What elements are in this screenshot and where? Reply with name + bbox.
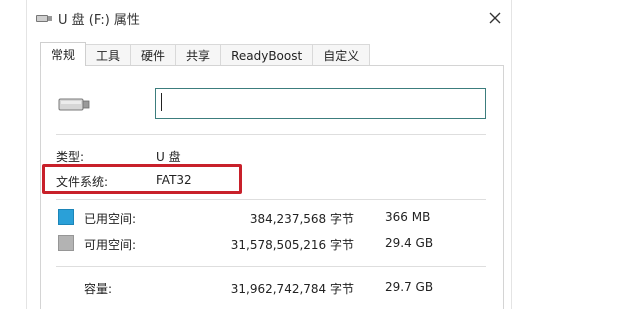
drive-name-input[interactable]	[155, 88, 486, 119]
tab-sharing[interactable]: 共享	[175, 44, 222, 66]
free-space-swatch	[58, 235, 74, 251]
separator-top	[56, 134, 486, 135]
tab-customize[interactable]: 自定义	[312, 44, 371, 66]
separator-middle	[56, 199, 486, 200]
capacity-label: 容量:	[84, 282, 113, 296]
used-space-swatch	[58, 209, 74, 225]
free-space-bytes: 31,578,505,216 字节	[230, 238, 354, 252]
filesystem-highlight-box	[42, 164, 242, 194]
usb-drive-large-icon	[58, 98, 90, 111]
close-icon	[489, 12, 501, 24]
window-title: U 盘 (F:) 属性	[58, 12, 140, 28]
free-space-label: 可用空间:	[84, 238, 137, 252]
tab-general[interactable]: 常规	[40, 42, 87, 66]
separator-bottom	[56, 266, 486, 267]
used-space-label: 已用空间:	[84, 212, 137, 226]
type-label: 类型:	[56, 150, 85, 164]
used-space-bytes: 384,237,568 字节	[249, 212, 354, 226]
tab-hardware[interactable]: 硬件	[130, 44, 177, 66]
free-space-size: 29.4 GB	[385, 236, 434, 250]
type-value: U 盘	[156, 150, 181, 164]
capacity-size: 29.7 GB	[385, 280, 434, 294]
used-space-size: 366 MB	[385, 210, 431, 224]
title-bar: U 盘 (F:) 属性	[36, 7, 140, 29]
close-button[interactable]	[485, 8, 505, 28]
text-caret	[161, 93, 162, 111]
window-right-border	[511, 0, 512, 309]
tab-readyboost[interactable]: ReadyBoost	[220, 44, 314, 66]
capacity-bytes: 31,962,742,784 字节	[230, 282, 354, 296]
window-left-border	[26, 0, 27, 309]
usb-drive-icon	[36, 13, 52, 23]
tab-bar: 常规 工具 硬件 共享 ReadyBoost 自定义	[40, 42, 371, 66]
tab-tools[interactable]: 工具	[85, 44, 132, 66]
